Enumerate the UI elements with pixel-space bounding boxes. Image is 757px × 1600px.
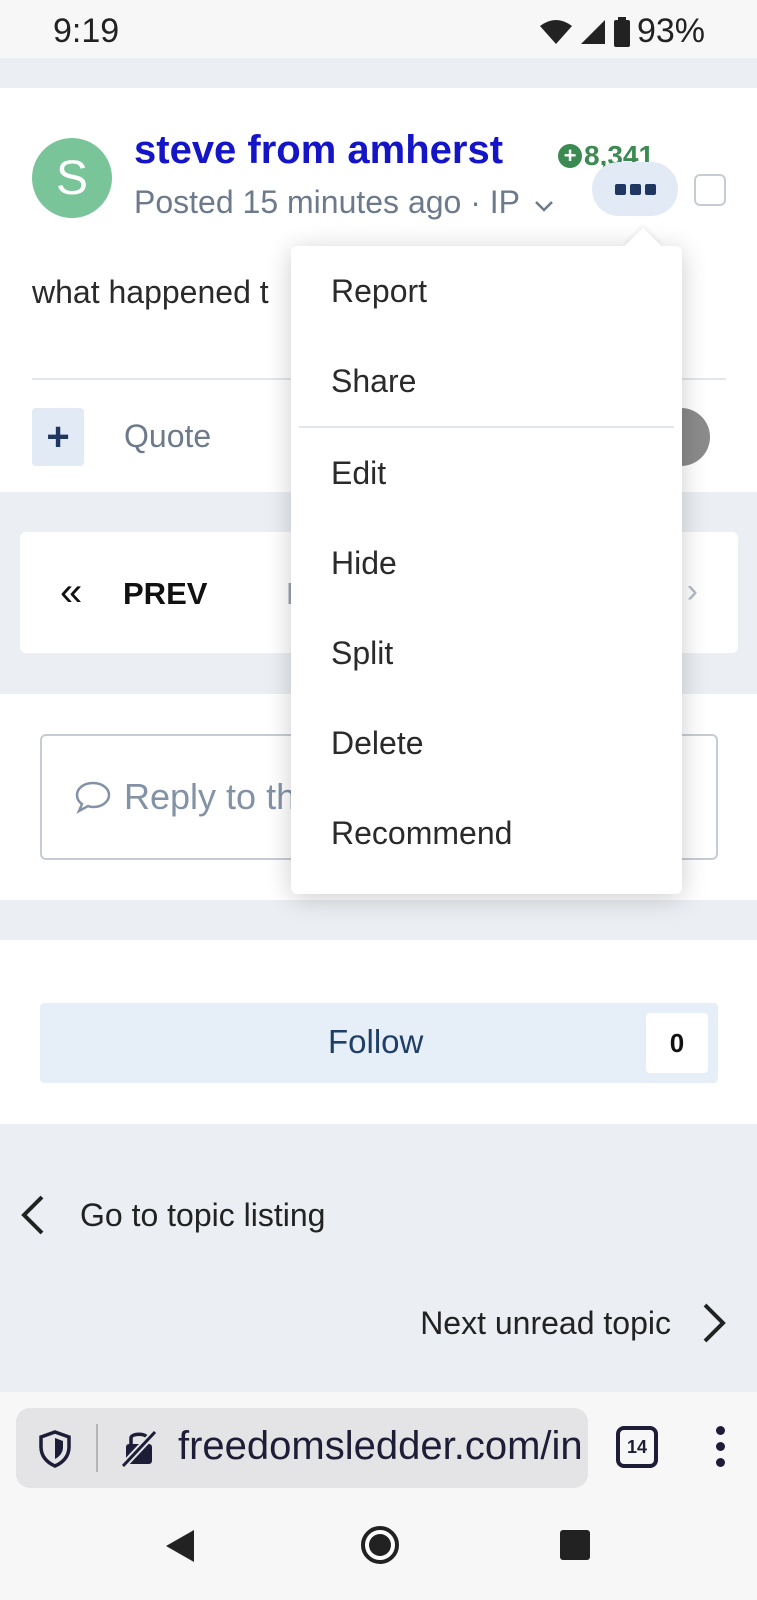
shield-icon[interactable] xyxy=(38,1430,72,1468)
system-navigation-bar xyxy=(0,1492,757,1600)
post-body: what happened t xyxy=(32,274,269,310)
go-to-topic-listing-label: Go to topic listing xyxy=(80,1196,326,1233)
menu-item-hide[interactable]: Hide xyxy=(291,518,682,608)
chevron-right-icon xyxy=(703,1303,726,1343)
menu-item-recommend[interactable]: Recommend xyxy=(291,788,682,878)
battery-percent: 93% xyxy=(636,12,705,50)
menu-item-share[interactable]: Share xyxy=(291,336,682,426)
plus-circle-icon: + xyxy=(558,143,582,168)
follow-section: Follow 0 xyxy=(0,940,757,1124)
back-icon[interactable] xyxy=(164,1528,196,1564)
signal-icon xyxy=(580,19,605,44)
post-meta-text: Posted 15 minutes ago · IP xyxy=(134,184,520,220)
address-bar[interactable]: freedomsledder.com/in xyxy=(16,1408,588,1488)
follow-button[interactable]: Follow 0 xyxy=(40,1003,718,1083)
menu-item-edit[interactable]: Edit xyxy=(291,428,682,518)
recent-apps-icon[interactable] xyxy=(560,1530,590,1560)
chevron-down-icon[interactable] xyxy=(534,199,554,213)
menu-item-split[interactable]: Split xyxy=(291,608,682,698)
author-link[interactable]: steve from amherst xyxy=(134,128,503,173)
avatar[interactable]: S xyxy=(32,138,112,218)
wifi-icon xyxy=(539,19,572,44)
follow-label: Follow xyxy=(328,1023,424,1060)
double-chevron-left-icon[interactable]: « xyxy=(60,570,82,615)
insecure-lock-icon[interactable] xyxy=(120,1428,158,1468)
browser-toolbar: freedomsledder.com/in 14 xyxy=(0,1392,757,1492)
tab-switcher-button[interactable]: 14 xyxy=(616,1426,658,1468)
prev-button[interactable]: PREV xyxy=(123,576,207,612)
chevron-left-icon xyxy=(21,1195,44,1235)
status-icons: 93% xyxy=(539,12,705,51)
chevron-right-icon[interactable]: › xyxy=(687,572,698,611)
status-time: 9:19 xyxy=(53,12,120,50)
next-unread-topic[interactable]: Next unread topic xyxy=(420,1303,727,1343)
go-to-topic-listing[interactable]: Go to topic listing xyxy=(20,1195,325,1235)
next-unread-topic-label: Next unread topic xyxy=(420,1304,671,1341)
follower-count: 0 xyxy=(646,1013,708,1073)
reply-placeholder: Reply to th xyxy=(124,776,297,817)
home-icon[interactable] xyxy=(361,1526,399,1564)
battery-icon xyxy=(613,16,630,47)
menu-list: Report Share Edit Hide Split Delete Reco… xyxy=(291,246,682,878)
menu-item-delete[interactable]: Delete xyxy=(291,698,682,788)
browser-menu-icon[interactable] xyxy=(716,1426,725,1467)
url-text: freedomsledder.com/in xyxy=(178,1424,583,1468)
more-options-button[interactable] xyxy=(592,162,678,216)
multiquote-button[interactable]: + xyxy=(32,408,84,466)
post-options-menu: Report Share Edit Hide Split Delete Reco… xyxy=(291,227,682,894)
quote-button[interactable]: Quote xyxy=(124,418,211,455)
select-post-checkbox[interactable] xyxy=(694,174,726,206)
menu-item-report[interactable]: Report xyxy=(291,246,682,336)
comment-icon xyxy=(75,781,111,814)
divider xyxy=(96,1424,98,1472)
status-bar: 9:19 93% xyxy=(0,0,757,58)
post-meta: Posted 15 minutes ago · IP xyxy=(134,184,554,221)
